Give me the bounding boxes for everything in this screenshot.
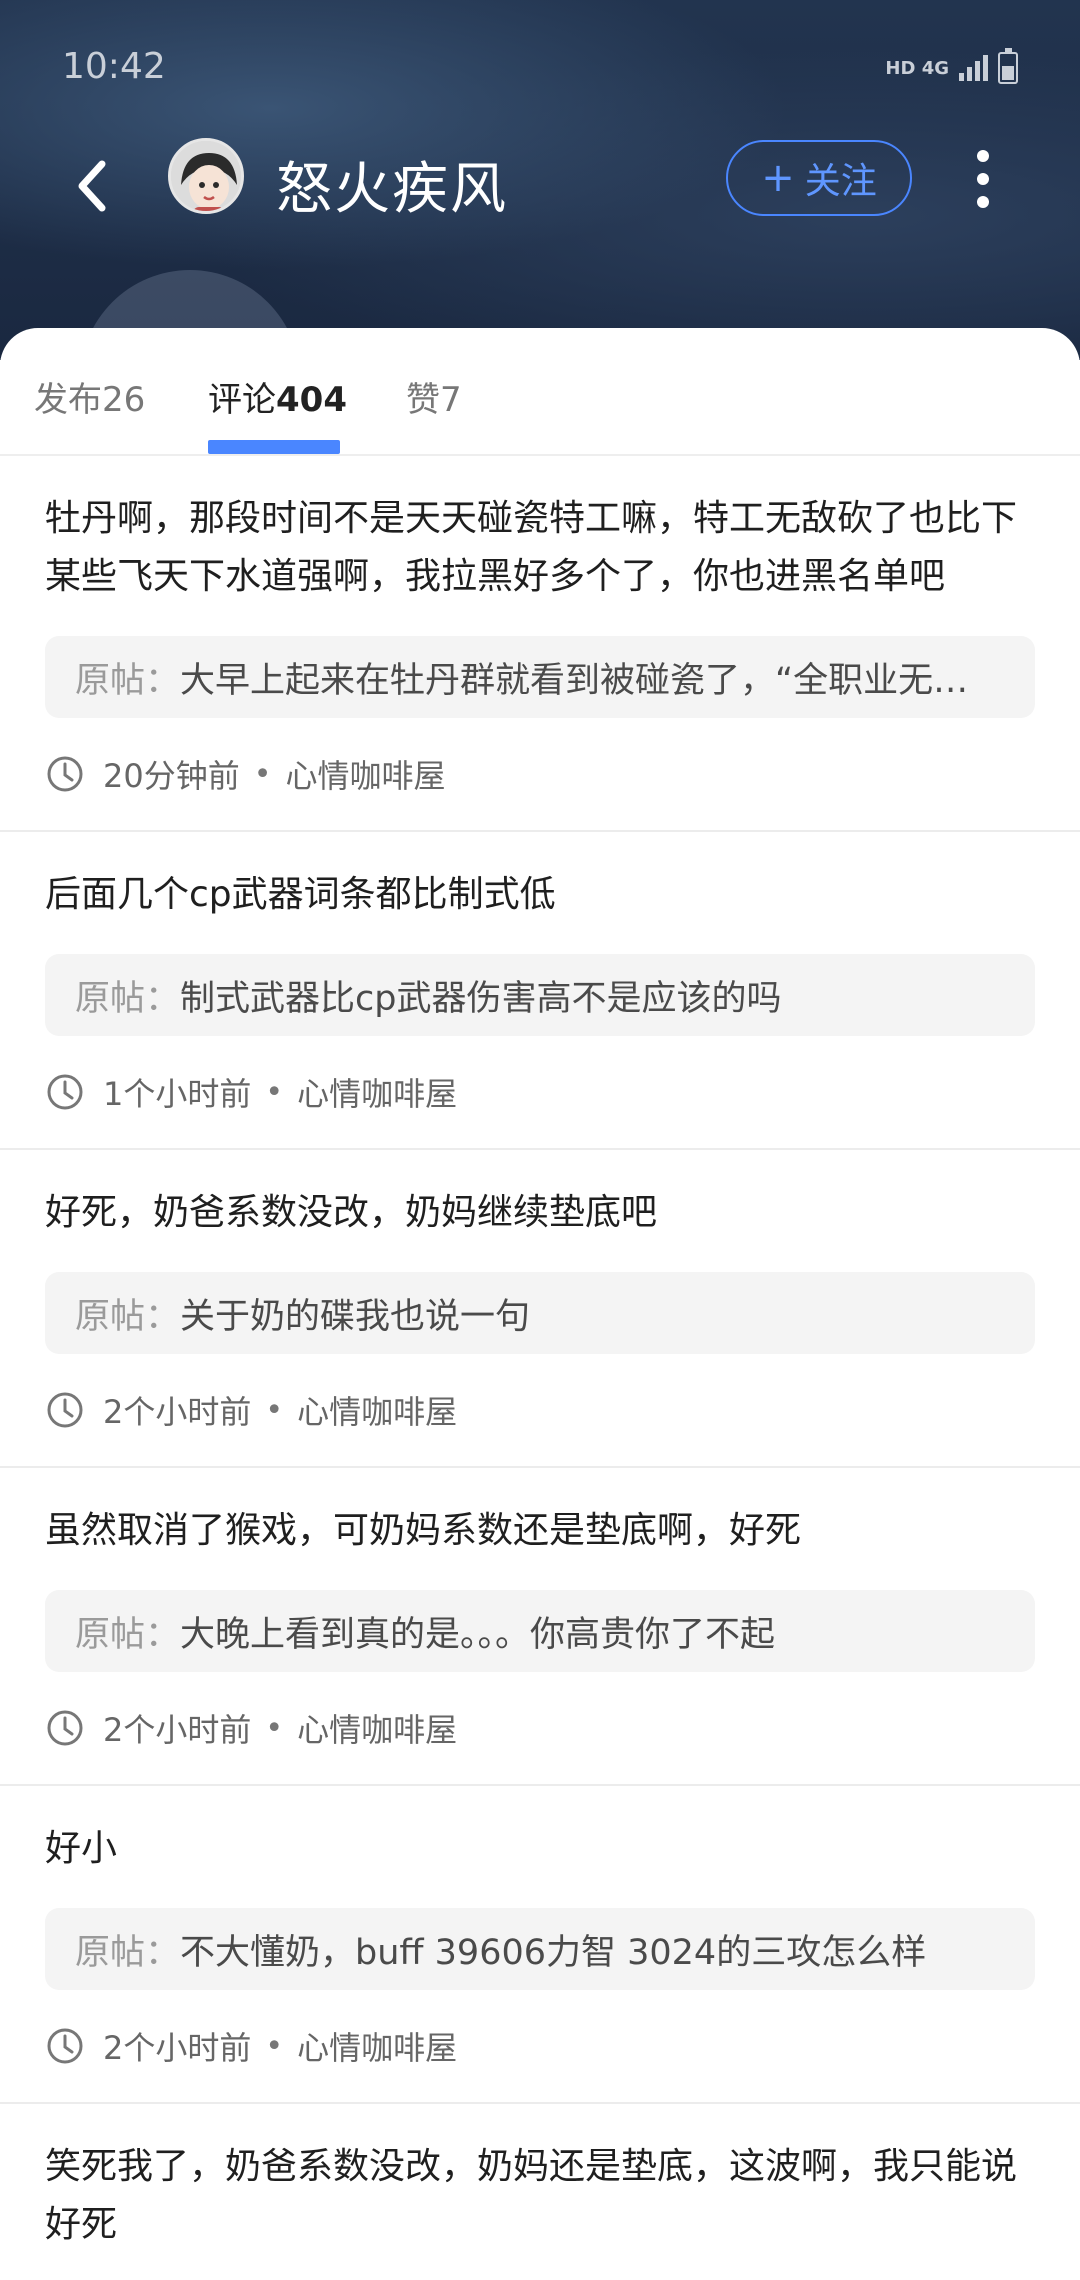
channel-name[interactable]: 心情咖啡屋: [297, 2023, 457, 2069]
separator-dot: •: [265, 1710, 284, 1746]
profile-header: 10:42 HD 4G 怒火疾风 + 关注: [0, 0, 1080, 360]
original-post-link[interactable]: 原帖： 制式武器比cp武器伤害高不是应该的吗: [45, 954, 1035, 1036]
status-time: 10:42: [62, 46, 166, 87]
separator-dot: •: [265, 2028, 284, 2064]
comment-meta: 1个小时前 • 心情咖啡屋: [45, 1036, 1035, 1148]
content-card: 发布26 评论404 赞7 牡丹啊，那段时间不是天天碰瓷特工嘛，特工无敌砍了也比…: [0, 328, 1080, 2280]
tab-count: 7: [440, 380, 462, 420]
nav-row: 怒火疾风 + 关注: [0, 138, 1080, 238]
comment-text: 笑死我了，奶爸系数没改，奶妈还是垫底，这波啊，我只能说好死: [45, 2146, 1018, 2245]
comment-time: 2个小时前: [103, 1711, 252, 1749]
username: 怒火疾风: [276, 157, 508, 222]
tab-bar: 发布26 评论404 赞7: [0, 328, 1080, 456]
tab-label: 赞: [406, 380, 440, 420]
list-item[interactable]: 好死，奶爸系数没改，奶妈继续垫底吧 原帖： 关于奶的碟我也说一句 2个小时前 •…: [0, 1150, 1080, 1468]
clock-icon: [47, 1710, 83, 1746]
status-icons: HD 4G: [885, 48, 1018, 84]
comment-meta: 2个小时前 • 心情咖啡屋: [45, 1672, 1035, 1784]
tab-count: 26: [102, 380, 146, 420]
comment-meta: 20分钟前 • 心情咖啡屋: [45, 718, 1035, 830]
separator-dot: •: [265, 1392, 284, 1428]
chevron-left-icon: [78, 160, 106, 212]
back-button[interactable]: [62, 148, 122, 224]
original-post-link[interactable]: 原帖： 大晚上看到真的是。。。你高贵你了不起: [45, 1590, 1035, 1672]
separator-dot: •: [265, 1074, 284, 1110]
original-post-link[interactable]: 原帖： 大早上起来在牡丹群就看到被碰瓷了，“全职业无…: [45, 636, 1035, 718]
avatar[interactable]: [168, 138, 244, 214]
origin-label: 原帖：: [75, 1614, 181, 1655]
list-item[interactable]: 好小 原帖： 不大懂奶，buff 39606力智 3024的三攻怎么样 2个小时…: [0, 1786, 1080, 2104]
tab-posts[interactable]: 发布26: [34, 372, 145, 456]
origin-label: 原帖：: [75, 1932, 181, 1973]
signal-icon: [959, 55, 988, 81]
channel-name[interactable]: 心情咖啡屋: [297, 1705, 457, 1751]
more-dot-icon: [977, 173, 989, 185]
avatar-image: [171, 141, 241, 211]
channel-name[interactable]: 心情咖啡屋: [285, 751, 445, 797]
comment-time: 20分钟前: [103, 757, 240, 795]
tab-count: 404: [276, 380, 347, 420]
channel-name[interactable]: 心情咖啡屋: [297, 1069, 457, 1115]
comment-time: 1个小时前: [103, 1075, 252, 1113]
more-dot-icon: [977, 196, 989, 208]
tab-likes[interactable]: 赞7: [406, 372, 462, 456]
comment-meta: 2个小时前 • 心情咖啡屋: [45, 1354, 1035, 1466]
comment-time: 2个小时前: [103, 2029, 252, 2067]
original-post-link[interactable]: 原帖： 关于奶的碟我也说一句: [45, 1272, 1035, 1354]
follow-label: 关注: [804, 161, 877, 202]
list-item[interactable]: 牡丹啊，那段时间不是天天碰瓷特工嘛，特工无敌砍了也比下某些飞天下水道强啊，我拉黑…: [0, 456, 1080, 832]
battery-icon: [998, 48, 1018, 84]
origin-text: 大晚上看到真的是。。。你高贵你了不起: [180, 1614, 776, 1655]
list-item[interactable]: 后面几个cp武器词条都比制式低 原帖： 制式武器比cp武器伤害高不是应该的吗 1…: [0, 832, 1080, 1150]
tab-label: 评论: [208, 380, 276, 420]
origin-text: 关于奶的碟我也说一句: [180, 1296, 531, 1337]
tab-label: 发布: [34, 380, 102, 420]
origin-label: 原帖：: [75, 1296, 181, 1337]
comment-text: 后面几个cp武器词条都比制式低: [45, 874, 556, 915]
channel-name[interactable]: 心情咖啡屋: [297, 1387, 457, 1433]
comment-text: 好小: [45, 1828, 118, 1869]
comment-meta: 2个小时前 • 心情咖啡屋: [45, 1990, 1035, 2102]
more-dot-icon: [977, 150, 989, 162]
origin-text: 制式武器比cp武器伤害高不是应该的吗: [180, 978, 782, 1019]
clock-icon: [47, 756, 83, 792]
origin-label: 原帖：: [75, 978, 181, 1019]
active-tab-indicator: [208, 440, 340, 454]
list-item[interactable]: 笑死我了，奶爸系数没改，奶妈还是垫底，这波啊，我只能说好死: [0, 2104, 1080, 2254]
comment-time: 2个小时前: [103, 1393, 252, 1431]
follow-button[interactable]: + 关注: [726, 140, 912, 216]
more-options-button[interactable]: [968, 144, 998, 214]
origin-text: 不大懂奶，buff 39606力智 3024的三攻怎么样: [180, 1932, 927, 1973]
plus-icon: +: [761, 155, 795, 201]
origin-text: 大早上起来在牡丹群就看到被碰瓷了，“全职业无…: [180, 660, 969, 701]
comment-text: 虽然取消了猴戏，可奶妈系数还是垫底啊，好死: [45, 1510, 802, 1551]
clock-icon: [47, 1392, 83, 1428]
clock-icon: [47, 2028, 83, 2064]
comment-text: 牡丹啊，那段时间不是天天碰瓷特工嘛，特工无敌砍了也比下某些飞天下水道强啊，我拉黑…: [45, 498, 1018, 597]
network-indicator: HD 4G: [885, 57, 949, 79]
comment-text: 好死，奶爸系数没改，奶妈继续垫底吧: [45, 1192, 658, 1233]
status-bar: 10:42 HD 4G: [62, 40, 1018, 100]
origin-label: 原帖：: [75, 660, 181, 701]
comment-list: 牡丹啊，那段时间不是天天碰瓷特工嘛，特工无敌砍了也比下某些飞天下水道强啊，我拉黑…: [0, 456, 1080, 2254]
original-post-link[interactable]: 原帖： 不大懂奶，buff 39606力智 3024的三攻怎么样: [45, 1908, 1035, 1990]
list-item[interactable]: 虽然取消了猴戏，可奶妈系数还是垫底啊，好死 原帖： 大晚上看到真的是。。。你高贵…: [0, 1468, 1080, 1786]
separator-dot: •: [253, 756, 272, 792]
clock-icon: [47, 1074, 83, 1110]
